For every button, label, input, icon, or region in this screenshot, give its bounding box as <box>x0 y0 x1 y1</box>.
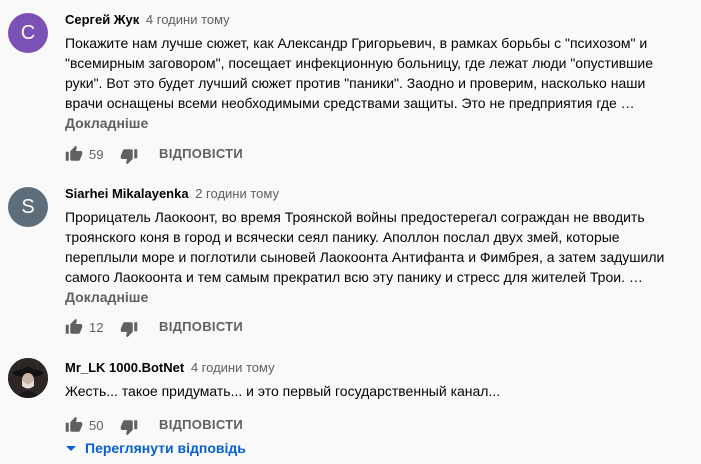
read-more-button[interactable]: Докладніше <box>65 114 681 132</box>
view-replies-button[interactable]: Переглянути відповідь <box>65 440 246 456</box>
thumbs-up-icon[interactable] <box>65 416 83 434</box>
thumbs-down-icon[interactable] <box>120 147 138 165</box>
comment-actions: 12 ВІДПОВІСТИ <box>65 316 681 340</box>
chevron-down-icon <box>66 446 76 452</box>
avatar-letter: S <box>21 196 35 218</box>
avatar[interactable]: С <box>8 13 48 53</box>
like-count: 59 <box>89 147 104 162</box>
comment-text-line: врачи оснащены всеми необходимыми средст… <box>65 95 635 111</box>
comment-text-line: самого Лаокоонта и тем самым прекратил в… <box>65 269 643 285</box>
avatar-image <box>8 358 48 398</box>
author-name[interactable]: Mr_LK 1000.BotNet <box>65 360 184 375</box>
comment-text-line: "всемирным заговором", посещает инфекцио… <box>65 55 654 71</box>
reply-button[interactable]: ВІДПОВІСТИ <box>159 319 243 334</box>
comment-time[interactable]: 4 години тому <box>191 360 275 375</box>
reply-button[interactable]: ВІДПОВІСТИ <box>159 417 243 432</box>
comment-time[interactable]: 2 години тому <box>195 186 279 201</box>
author-name[interactable]: Сергей Жук <box>65 12 139 27</box>
avatar[interactable] <box>8 358 48 398</box>
comment-content: Siarhei Mikalayenka 2 години тому Прориц… <box>65 185 681 340</box>
view-replies-label: Переглянути відповідь <box>85 440 246 456</box>
comment-header: Mr_LK 1000.BotNet 4 години тому <box>65 359 681 377</box>
comment-content: Сергей Жук 4 години тому Покажите нам лу… <box>65 11 681 167</box>
comment-text-line: руки". Вот это будет лучший сюжет против… <box>65 75 646 91</box>
comment-text: Прорицатель Лаокоонт, во время Троянской… <box>65 207 685 287</box>
avatar-letter: С <box>20 22 36 44</box>
comment-text-line: троянского коня в город и всячески сеял … <box>65 229 620 245</box>
comment-actions: 59 ВІДПОВІСТИ <box>65 143 681 167</box>
comment-text-line: переплыли море и поглотили сыновей Лаоко… <box>65 249 665 265</box>
comment-actions: 50 ВІДПОВІСТИ <box>65 414 681 438</box>
like-count: 50 <box>89 418 104 433</box>
comment-header: Siarhei Mikalayenka 2 години тому <box>65 185 681 203</box>
reply-button[interactable]: ВІДПОВІСТИ <box>159 146 243 161</box>
comment-text-line: Жесть... такое придумать... и это первый… <box>65 383 501 399</box>
thumbs-up-icon[interactable] <box>65 145 83 163</box>
thumbs-up-icon[interactable] <box>65 318 83 336</box>
comment-text-line: Прорицатель Лаокоонт, во время Троянской… <box>65 209 645 225</box>
read-more-button[interactable]: Докладніше <box>65 288 681 306</box>
like-count: 12 <box>89 320 104 335</box>
comment-time[interactable]: 4 години тому <box>146 12 230 27</box>
comment-header: Сергей Жук 4 години тому <box>65 11 681 29</box>
thumbs-down-icon[interactable] <box>120 418 138 436</box>
thumbs-down-icon[interactable] <box>120 320 138 338</box>
author-name[interactable]: Siarhei Mikalayenka <box>65 186 189 201</box>
comment-content: Mr_LK 1000.BotNet 4 години тому Жесть...… <box>65 359 681 438</box>
avatar[interactable]: S <box>8 187 48 227</box>
comment-text: Покажите нам лучше сюжет, как Александр … <box>65 33 685 113</box>
comment-text: Жесть... такое придумать... и это первый… <box>65 381 685 401</box>
comment-text-line: Покажите нам лучше сюжет, как Александр … <box>65 35 648 51</box>
